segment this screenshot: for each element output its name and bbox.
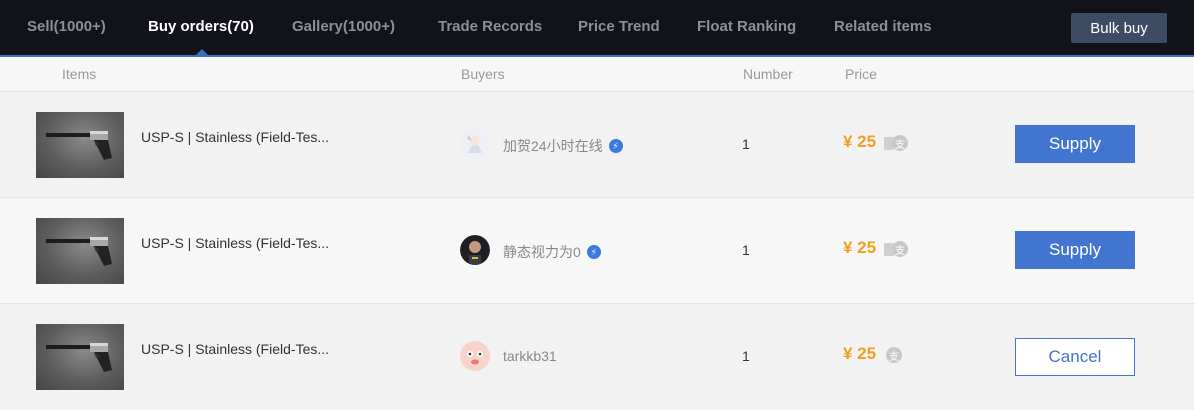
buyer-avatar[interactable] xyxy=(460,129,490,159)
tab-buy-orders[interactable]: Buy orders(70) xyxy=(148,18,254,35)
payment-icons: 支 xyxy=(884,135,908,151)
tab-price-trend[interactable]: Price Trend xyxy=(578,18,660,35)
item-name[interactable]: USP-S | Stainless (Field-Tes... xyxy=(141,129,329,145)
cancel-button[interactable]: Cancel xyxy=(1015,338,1135,376)
item-thumbnail[interactable] xyxy=(36,218,124,284)
supply-button[interactable]: Supply xyxy=(1015,125,1135,163)
item-thumbnail[interactable] xyxy=(36,324,124,390)
buyer-name-text: 静态视力为0 xyxy=(503,244,581,260)
item-name[interactable]: USP-S | Stainless (Field-Tes... xyxy=(141,341,329,357)
buyer-avatar[interactable] xyxy=(460,341,490,371)
buyer-name[interactable]: 静态视力为0 ⚡ xyxy=(503,242,601,262)
order-number: 1 xyxy=(742,136,750,152)
tab-sell[interactable]: Sell(1000+) xyxy=(27,18,106,35)
header-buyers: Buyers xyxy=(461,66,505,82)
buyer-name-text: 加贺24小时在线 xyxy=(503,138,603,154)
pistol-icon xyxy=(46,237,112,266)
buyer-avatar[interactable] xyxy=(460,235,490,265)
tab-float-ranking[interactable]: Float Ranking xyxy=(697,18,796,35)
table-header: Items Buyers Number Price xyxy=(0,57,1194,91)
pistol-icon xyxy=(46,343,112,372)
table-row: USP-S | Stainless (Field-Tes... tarkkb31… xyxy=(0,303,1194,410)
header-number: Number xyxy=(743,66,793,82)
buyer-name-text: tarkkb31 xyxy=(503,348,557,364)
tab-trade-records[interactable]: Trade Records xyxy=(438,18,542,35)
order-number: 1 xyxy=(742,348,750,364)
alipay-icon: 支 xyxy=(892,135,908,151)
verified-icon: ⚡ xyxy=(586,245,601,259)
header-price: Price xyxy=(845,66,877,82)
top-nav-bar: Sell(1000+) Buy orders(70) Gallery(1000+… xyxy=(0,0,1194,57)
table-row: USP-S | Stainless (Field-Tes... 静态视力为0 ⚡… xyxy=(0,197,1194,304)
verified-icon: ⚡ xyxy=(608,139,623,153)
buyer-name[interactable]: 加贺24小时在线 ⚡ xyxy=(503,136,623,156)
item-thumbnail[interactable] xyxy=(36,112,124,178)
table-row: USP-S | Stainless (Field-Tes... 加贺24小时在线… xyxy=(0,91,1194,198)
alipay-icon: 支 xyxy=(892,241,908,257)
supply-button[interactable]: Supply xyxy=(1015,231,1135,269)
tab-related-items[interactable]: Related items xyxy=(834,18,932,35)
price-value: ¥ 25 xyxy=(843,238,877,257)
header-items: Items xyxy=(62,66,97,82)
bulk-buy-button[interactable]: Bulk buy xyxy=(1071,13,1167,43)
price-value: ¥ 25 xyxy=(843,132,877,151)
buyer-name[interactable]: tarkkb31 xyxy=(503,348,557,364)
tab-gallery[interactable]: Gallery(1000+) xyxy=(292,18,395,35)
pistol-icon xyxy=(46,131,112,160)
price-value: ¥ 25 xyxy=(843,344,877,363)
payment-icons: 支 xyxy=(884,241,908,257)
item-name[interactable]: USP-S | Stainless (Field-Tes... xyxy=(141,235,329,251)
payment-icons: 支 xyxy=(886,347,902,363)
order-number: 1 xyxy=(742,242,750,258)
alipay-icon: 支 xyxy=(886,347,902,363)
